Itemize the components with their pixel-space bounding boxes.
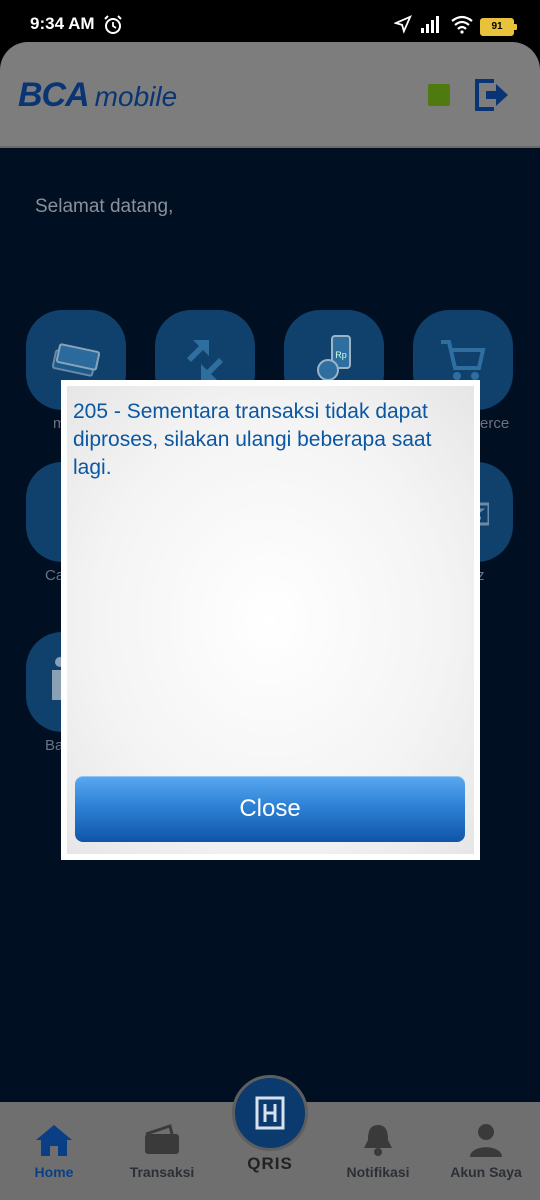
logo-bca-text: BCA: [18, 76, 90, 114]
nav-akun-saya[interactable]: Akun Saya: [432, 1102, 540, 1200]
money-icon: [51, 343, 101, 377]
nav-home[interactable]: Home: [0, 1102, 108, 1200]
tile-label-m-commerce: erce: [480, 415, 510, 432]
cart-icon: [441, 340, 486, 380]
close-button[interactable]: Close: [75, 776, 465, 842]
logo-mobile-text: mobile: [94, 81, 178, 112]
wallet-icon: [145, 1124, 179, 1154]
error-message: 205 - Sementara transaksi tidak dapat di…: [73, 400, 432, 479]
alarm-icon: [104, 15, 122, 34]
qris-scan-icon: [255, 1096, 285, 1130]
error-dialog-body: 205 - Sementara transaksi tidak dapat di…: [67, 386, 474, 854]
svg-text:Rp: Rp: [335, 350, 347, 360]
person-icon: [470, 1124, 502, 1157]
qris-label: QRIS: [247, 1154, 293, 1173]
battery-icon: 91: [480, 18, 517, 36]
logout-icon[interactable]: [474, 78, 510, 112]
nav-transaksi[interactable]: Transaksi: [108, 1102, 216, 1200]
greeting-text: Selamat datang,: [35, 196, 174, 217]
qris-button[interactable]: [232, 1075, 308, 1151]
nav-notifikasi[interactable]: Notifikasi: [324, 1102, 432, 1200]
signal-icon: [421, 16, 439, 33]
app-header: BCA mobile: [0, 42, 540, 148]
bell-icon: [364, 1125, 392, 1156]
location-arrow-icon: [394, 15, 412, 34]
payment-rp-icon: Rp: [317, 335, 351, 381]
nav-akun-saya-label: Akun Saya: [450, 1164, 522, 1180]
clock: 9:34 AM: [30, 14, 95, 33]
connection-status-indicator: [428, 84, 450, 106]
home-icon: [36, 1125, 72, 1156]
nav-transaksi-label: Transaksi: [129, 1164, 195, 1180]
wifi-icon: [451, 15, 473, 34]
error-dialog: 205 - Sementara transaksi tidak dapat di…: [61, 380, 480, 860]
transfer-arrows-icon: [187, 340, 223, 380]
bca-mobile-logo: BCA mobile: [18, 76, 177, 116]
nav-home-label: Home: [34, 1164, 74, 1180]
nav-notifikasi-label: Notifikasi: [346, 1164, 410, 1180]
